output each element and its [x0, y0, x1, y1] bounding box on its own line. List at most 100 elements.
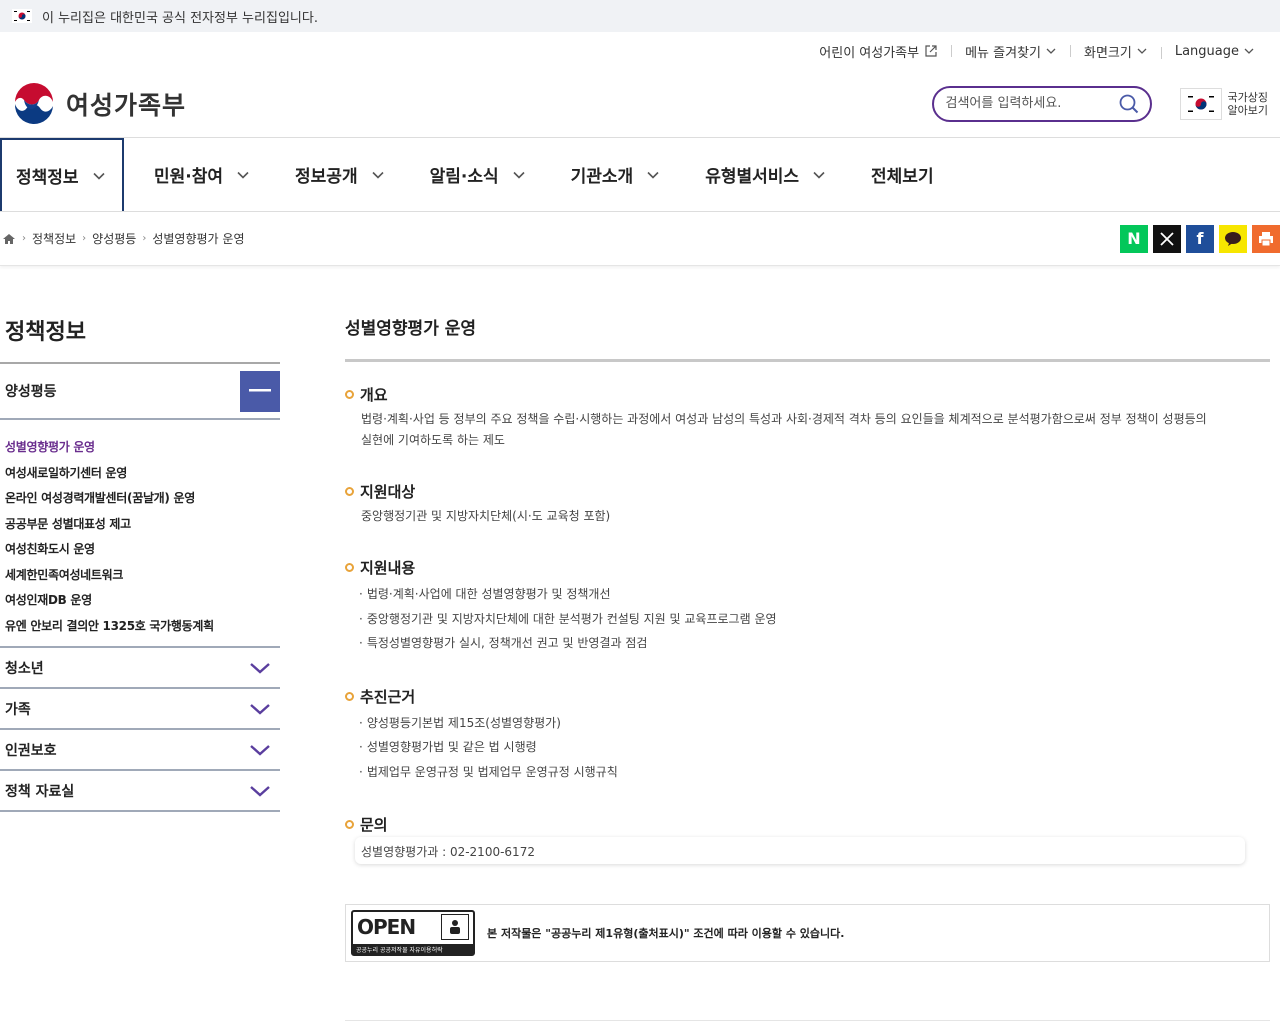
- chevron-down-icon: [250, 703, 270, 715]
- gnb-item-services[interactable]: 유형별서비스: [689, 138, 841, 211]
- gnb-label: 전체보기: [871, 167, 934, 187]
- chevron-down-icon: [250, 785, 270, 797]
- overview-section: 개요 법령·계획·사업 등 정부의 주요 정책을 수립·시행하는 과정에서 여성…: [345, 384, 1270, 451]
- font-size-dropdown[interactable]: 화면크기: [1070, 42, 1161, 61]
- lnb-sub-item[interactable]: 여성친화도시 운영: [5, 536, 280, 562]
- bookmark-menu-dropdown[interactable]: 메뉴 즐겨찾기: [951, 42, 1070, 61]
- search-box: [931, 85, 1152, 122]
- government-logo-icon: [13, 82, 55, 125]
- inquiry-contact: 성별영향평가과 : 02-2100-6172: [355, 837, 1245, 864]
- expand-toggle[interactable]: [240, 688, 280, 729]
- gnb-item-news[interactable]: 알림·소식: [414, 138, 541, 211]
- lnb-sub-item[interactable]: 성별영향평가 운영: [5, 434, 280, 460]
- breadcrumb-item[interactable]: 양성평등: [92, 230, 136, 247]
- gnb-label: 정보공개: [295, 167, 358, 187]
- list-item: 중앙행정기관 및 지방자치단체에 대한 분석평가 컨설팅 지원 및 교육프로그램…: [359, 607, 1270, 632]
- lnb-sub-item[interactable]: 유엔 안보리 결의안 1325호 국가행동계획: [5, 613, 280, 639]
- circle-bullet-icon: [345, 820, 354, 829]
- kids-site-label: 어린이 여성가족부: [819, 45, 920, 61]
- chevron-down-icon: [1046, 48, 1056, 54]
- search-input[interactable]: [945, 96, 1111, 111]
- section-heading: 지원대상: [345, 481, 1270, 502]
- lnb-group-youth[interactable]: 청소년: [0, 648, 280, 689]
- facebook-icon[interactable]: f: [1186, 224, 1214, 253]
- national-symbol-link[interactable]: 국가상징 알아보기: [1179, 87, 1268, 120]
- x-twitter-icon[interactable]: [1153, 224, 1181, 253]
- lnb-group-label: 인권보호: [5, 742, 57, 759]
- inquiry-section: 문의 성별영향평가과 : 02-2100-6172: [345, 814, 1270, 864]
- chevron-down-icon: [250, 662, 270, 674]
- kogl-badge-caption: 공공누리 공공저작물 자유이용허락: [353, 944, 473, 954]
- list-item: 특정성별영향평가 실시, 정책개선 권고 및 반영결과 점검: [359, 631, 1270, 656]
- kakaotalk-icon[interactable]: [1219, 224, 1247, 253]
- kogl-badge-word: OPEN: [357, 915, 416, 939]
- lnb-sub-item[interactable]: 여성새로일하기센터 운영: [5, 460, 280, 486]
- chevron-down-icon: [237, 171, 249, 179]
- gnb-item-policy[interactable]: 정책정보: [0, 138, 124, 211]
- collapse-toggle[interactable]: [240, 370, 280, 412]
- content-area: 정책정보 양성평등 성별영향평가 운영 여성새로일하기센터 운영 온라인 여성경…: [0, 266, 1280, 962]
- chevron-down-icon: [813, 171, 825, 179]
- gnb-item-disclosure[interactable]: 정보공개: [279, 138, 400, 211]
- naver-blog-icon[interactable]: N: [1120, 224, 1148, 253]
- lnb-sub-item[interactable]: 공공부문 성별대표성 제고: [5, 511, 280, 537]
- lnb-group-human-rights[interactable]: 인권보호: [0, 730, 280, 771]
- basis-section: 추진근거 양성평등기본법 제15조(성별영향평가) 성별영향평가법 및 같은 법…: [345, 686, 1270, 785]
- expand-toggle[interactable]: [240, 770, 280, 811]
- section-heading: 문의: [345, 814, 1270, 835]
- lnb-submenu: 성별영향평가 운영 여성새로일하기센터 운영 온라인 여성경력개발센터(꿈날개)…: [0, 420, 280, 648]
- expand-toggle[interactable]: [240, 729, 280, 770]
- lnb-sub-item[interactable]: 온라인 여성경력개발센터(꿈날개) 운영: [5, 485, 280, 511]
- chevron-down-icon: [1244, 48, 1254, 54]
- breadcrumb-item[interactable]: 정책정보: [32, 230, 76, 247]
- site-logo-text: 여성가족부: [66, 90, 187, 120]
- language-dropdown[interactable]: Language: [1160, 43, 1268, 59]
- print-icon[interactable]: [1252, 224, 1280, 253]
- main-navigation: 정책정보 민원·참여 정보공개 알림·소식 기관소개 유형별서비스 전체보기: [0, 138, 1280, 212]
- gnb-item-civil[interactable]: 민원·참여: [138, 138, 265, 211]
- gnb-item-about[interactable]: 기관소개: [555, 138, 676, 211]
- font-size-label: 화면크기: [1084, 45, 1132, 61]
- lnb-group-gender-equality[interactable]: 양성평등: [0, 364, 280, 420]
- section-body: 법령·계획·사업에 대한 성별영향평가 및 정책개선 중앙행정기관 및 지방자치…: [345, 582, 1270, 656]
- section-body: 양성평등기본법 제15조(성별영향평가) 성별영향평가법 및 같은 법 시행령 …: [345, 711, 1270, 785]
- site-header: 여성가족부 국가상징 알아보기: [0, 70, 1280, 138]
- page-title: 성별영향평가 운영: [345, 310, 1270, 362]
- korea-flag-icon: [12, 9, 32, 23]
- gnb-label: 알림·소식: [429, 167, 499, 187]
- lnb-group-label: 가족: [5, 701, 31, 718]
- list-item: 성별영향평가법 및 같은 법 시행령: [359, 735, 1270, 760]
- language-label: Language: [1174, 43, 1239, 59]
- license-text: 본 저작물은 "공공누리 제1유형(출처표시)" 조건에 따라 이용할 수 있습…: [487, 927, 845, 940]
- section-body: 법령·계획·사업 등 정부의 주요 정책을 수립·시행하는 과정에서 여성과 남…: [361, 412, 1207, 447]
- site-logo[interactable]: 여성가족부: [12, 82, 186, 126]
- lnb-group-policy-library[interactable]: 정책 자료실: [0, 771, 280, 812]
- korea-flag-icon: [1179, 87, 1222, 120]
- gov-banner-text: 이 누리집은 대한민국 공식 전자정부 누리집입니다.: [42, 10, 318, 26]
- attribution-icon: [441, 914, 469, 940]
- license-box: OPEN 공공누리 공공저작물 자유이용허락 본 저작물은 "공공누리 제1유형…: [345, 904, 1270, 962]
- lnb-group-family[interactable]: 가족: [0, 689, 280, 730]
- section-heading: 개요: [345, 384, 1270, 405]
- bookmark-label: 메뉴 즐겨찾기: [965, 45, 1041, 61]
- lnb-title: 정책정보: [0, 310, 280, 364]
- lnb-group-label: 정책 자료실: [5, 783, 75, 800]
- gnb-label: 유형별서비스: [705, 167, 800, 187]
- lnb-sub-item[interactable]: 세계한민족여성네트워크: [5, 562, 280, 588]
- contents-section: 지원내용 법령·계획·사업에 대한 성별영향평가 및 정책개선 중앙행정기관 및…: [345, 557, 1270, 656]
- lnb-sub-item[interactable]: 여성인재DB 운영: [5, 587, 280, 613]
- chevron-down-icon: [1137, 48, 1147, 54]
- circle-bullet-icon: [345, 390, 354, 399]
- home-icon[interactable]: [2, 233, 16, 245]
- national-symbol-label: 국가상징 알아보기: [1227, 90, 1268, 117]
- chevron-down-icon: [513, 171, 525, 179]
- expand-toggle[interactable]: [240, 647, 280, 688]
- kids-site-link[interactable]: 어린이 여성가족부: [805, 42, 951, 61]
- search-icon[interactable]: [1118, 93, 1140, 115]
- kogl-type1-badge[interactable]: OPEN 공공누리 공공저작물 자유이용허락: [351, 910, 475, 956]
- gov-official-banner: 이 누리집은 대한민국 공식 전자정부 누리집입니다.: [0, 0, 1280, 32]
- gnb-item-sitemap[interactable]: 전체보기: [855, 138, 950, 211]
- chevron-right-icon: ›: [82, 233, 87, 244]
- breadcrumb-bar: › 정책정보 › 양성평등 › 성별영향평가 운영 N f: [0, 212, 1280, 266]
- divider: [345, 1020, 1270, 1021]
